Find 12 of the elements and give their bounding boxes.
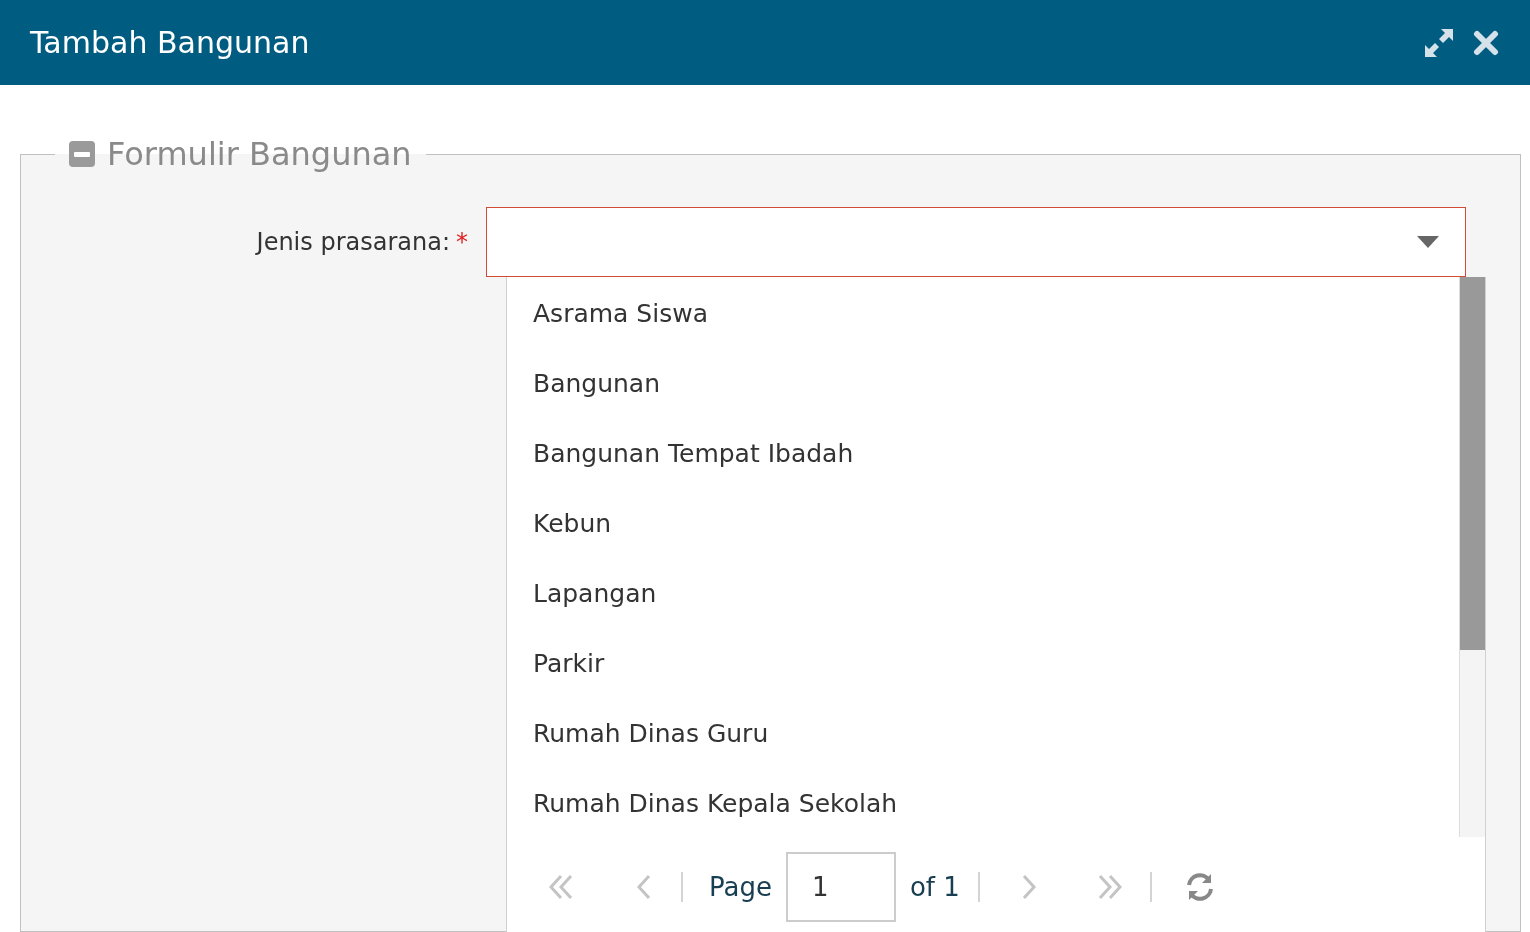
page-input[interactable]: 1 <box>785 852 896 922</box>
close-button[interactable] <box>1472 28 1500 57</box>
collapse-toggle[interactable] <box>69 141 95 167</box>
page-count: of 1 <box>909 870 960 904</box>
panel-legend: Formulir Bangunan <box>107 130 412 178</box>
type-combobox[interactable] <box>486 207 1466 277</box>
field-label: Jenis prasarana: <box>256 227 450 258</box>
window-title: Tambah Bangunan <box>30 24 311 62</box>
dropdown-caret-icon[interactable] <box>1417 236 1439 248</box>
required-mark: * <box>456 227 469 258</box>
page-label: Page <box>709 870 772 904</box>
scrollbar[interactable] <box>1459 277 1485 837</box>
